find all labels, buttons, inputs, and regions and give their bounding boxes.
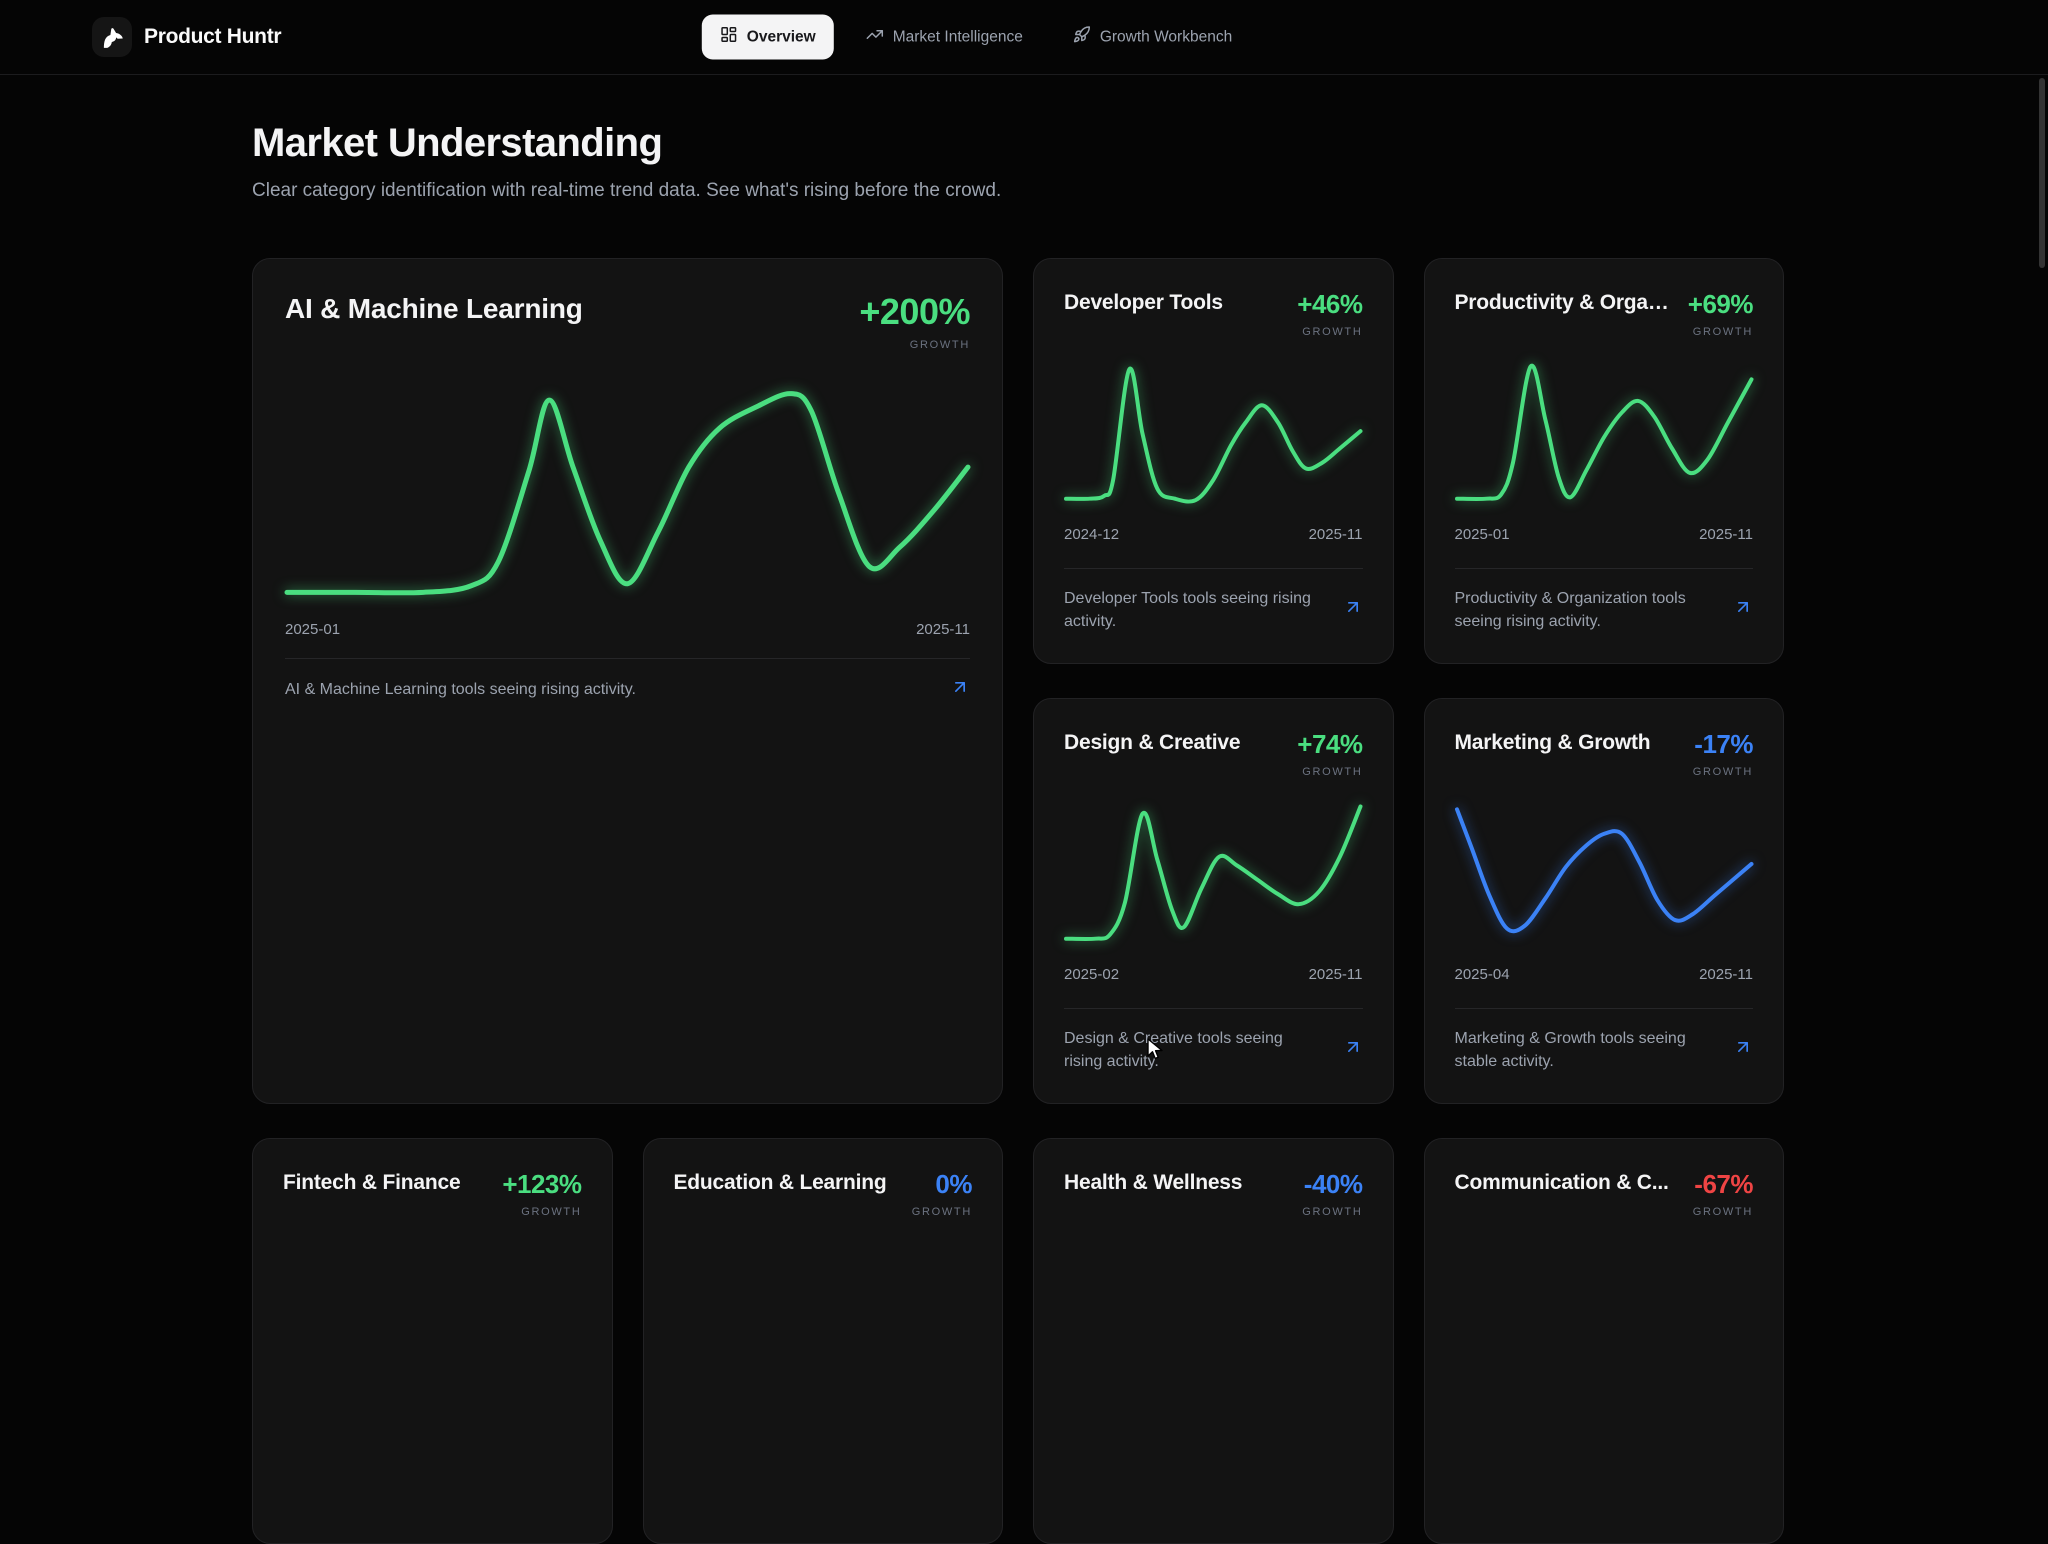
trend-sparkline <box>1064 354 1363 514</box>
main-content: Market Understanding Clear category iden… <box>252 121 1784 1544</box>
tab-label: Growth Workbench <box>1100 28 1232 46</box>
dog-logo-icon <box>92 17 132 57</box>
category-card-fintech-finance[interactable]: Fintech & Finance +123% GROWTH <box>252 1138 613 1544</box>
page-subtitle: Clear category identification with real-… <box>252 180 1784 202</box>
growth-label: GROWTH <box>1693 1206 1753 1218</box>
category-card-communication[interactable]: Communication & C... -67% GROWTH <box>1424 1138 1785 1544</box>
date-end: 2025-11 <box>1699 966 1753 983</box>
card-title: Communication & C... <box>1455 1169 1669 1195</box>
tab-growth-workbench[interactable]: Growth Workbench <box>1055 15 1250 60</box>
date-end: 2025-11 <box>916 621 970 638</box>
date-end: 2025-11 <box>1309 526 1363 543</box>
card-title: Developer Tools <box>1064 289 1223 315</box>
growth-value: +123% <box>502 1169 581 1200</box>
trend-sparkline <box>1064 794 1363 954</box>
growth-label: GROWTH <box>502 1206 581 1218</box>
arrow-up-right-icon[interactable] <box>1343 597 1363 622</box>
card-note: Marketing & Growth tools seeing stable a… <box>1455 1027 1712 1073</box>
rocket-icon <box>1073 26 1091 49</box>
nav-tabs: Overview Market Intelligence Growth Work… <box>702 15 1250 60</box>
category-card-health-wellness[interactable]: Health & Wellness -40% GROWTH <box>1033 1138 1394 1544</box>
card-note: Developer Tools tools seeing rising acti… <box>1064 587 1321 633</box>
date-start: 2025-02 <box>1064 966 1119 983</box>
date-end: 2025-11 <box>1309 966 1363 983</box>
growth-value: +200% <box>859 291 970 333</box>
card-title: Productivity & Organization <box>1455 289 1676 315</box>
card-note: Design & Creative tools seeing rising ac… <box>1064 1027 1321 1073</box>
growth-value: +69% <box>1688 289 1753 320</box>
date-start: 2024-12 <box>1064 526 1119 543</box>
growth-value: 0% <box>912 1169 972 1200</box>
layout-grid-icon <box>720 26 738 49</box>
date-end: 2025-11 <box>1699 526 1753 543</box>
growth-label: GROWTH <box>1302 1206 1362 1218</box>
growth-label: GROWTH <box>859 339 970 351</box>
arrow-up-right-icon[interactable] <box>1343 1037 1363 1062</box>
scrollbar-thumb[interactable] <box>2039 78 2045 268</box>
card-title: Fintech & Finance <box>283 1169 460 1195</box>
trend-sparkline <box>1455 354 1754 514</box>
growth-value: -40% <box>1302 1169 1362 1200</box>
brand[interactable]: Product Huntr <box>92 17 281 57</box>
trending-up-icon <box>866 26 884 49</box>
growth-value: +46% <box>1297 289 1362 320</box>
trend-sparkline <box>1455 794 1754 954</box>
trend-sparkline <box>285 377 970 609</box>
card-title: Education & Learning <box>674 1169 887 1195</box>
growth-value: -17% <box>1693 729 1753 760</box>
arrow-up-right-icon[interactable] <box>1733 597 1753 622</box>
top-nav: Product Huntr Overview Market Intelligen… <box>0 0 2048 75</box>
category-card-marketing-growth[interactable]: Marketing & Growth -17% GROWTH 2025-04 2… <box>1424 698 1785 1104</box>
page-title: Market Understanding <box>252 121 1784 166</box>
card-title: Design & Creative <box>1064 729 1240 755</box>
tab-label: Market Intelligence <box>893 28 1023 46</box>
tab-overview[interactable]: Overview <box>702 15 834 60</box>
growth-label: GROWTH <box>1297 326 1362 338</box>
date-start: 2025-01 <box>1455 526 1510 543</box>
growth-label: GROWTH <box>1297 766 1362 778</box>
growth-label: GROWTH <box>1693 766 1753 778</box>
growth-value: -67% <box>1693 1169 1753 1200</box>
category-card-developer-tools[interactable]: Developer Tools +46% GROWTH 2024-12 2025… <box>1033 258 1394 664</box>
arrow-up-right-icon[interactable] <box>1733 1037 1753 1062</box>
card-note: Productivity & Organization tools seeing… <box>1455 587 1712 633</box>
date-start: 2025-01 <box>285 621 340 638</box>
tab-label: Overview <box>747 28 816 46</box>
category-card-ai-machine-learning[interactable]: AI & Machine Learning +200% GROWTH 2025-… <box>252 258 1003 1104</box>
arrow-up-right-icon[interactable] <box>950 677 970 702</box>
card-note: AI & Machine Learning tools seeing risin… <box>285 678 636 701</box>
category-card-design-creative[interactable]: Design & Creative +74% GROWTH 2025-02 20… <box>1033 698 1394 1104</box>
card-title: AI & Machine Learning <box>285 291 583 325</box>
card-title: Marketing & Growth <box>1455 729 1651 755</box>
growth-label: GROWTH <box>912 1206 972 1218</box>
brand-name: Product Huntr <box>144 25 281 49</box>
date-start: 2025-04 <box>1455 966 1510 983</box>
growth-value: +74% <box>1297 729 1362 760</box>
growth-label: GROWTH <box>1688 326 1753 338</box>
category-grid: AI & Machine Learning +200% GROWTH 2025-… <box>252 258 1784 1544</box>
category-card-productivity-organization[interactable]: Productivity & Organization +69% GROWTH … <box>1424 258 1785 664</box>
card-title: Health & Wellness <box>1064 1169 1242 1195</box>
tab-market-intelligence[interactable]: Market Intelligence <box>848 15 1041 60</box>
market-understanding-page: { "nav": { "brand": "Product Huntr", "ta… <box>0 0 2048 1178</box>
category-card-education-learning[interactable]: Education & Learning 0% GROWTH <box>643 1138 1004 1544</box>
